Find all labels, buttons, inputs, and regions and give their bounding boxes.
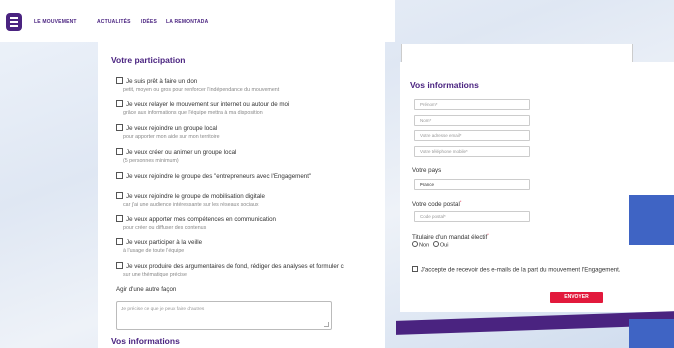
country-label: Votre pays — [412, 167, 442, 174]
nav-le-mouvement[interactable]: LE MOUVEMENT — [34, 19, 77, 25]
country-select[interactable]: France ⌄ — [414, 179, 530, 190]
option-argumentaires[interactable]: Je veux produire des argumentaires de fo… — [116, 262, 344, 270]
option-creer-groupe-hint: (5 personnes minimum) — [123, 158, 179, 164]
option-communication[interactable]: Je veux apporter mes compétences en comm… — [116, 215, 276, 223]
radio-non-label: Non — [419, 242, 430, 249]
brand-logo-icon[interactable] — [6, 13, 22, 31]
checkbox[interactable] — [116, 238, 123, 245]
postal-code-label: Votre code postal* — [412, 199, 462, 209]
chevron-down-icon: ⌄ — [420, 181, 425, 187]
resize-handle-icon[interactable] — [324, 322, 329, 327]
radio-oui[interactable] — [432, 241, 439, 247]
send-button[interactable]: ENVOYER — [550, 292, 603, 303]
option-don[interactable]: Je suis prêt à faire un don — [116, 77, 197, 85]
option-creer-groupe[interactable]: Je veux créer ou animer un groupe local — [116, 148, 236, 156]
email-field[interactable]: Votre adresse email* — [414, 130, 530, 141]
checkbox[interactable] — [116, 124, 123, 131]
option-mobilisation-digitale[interactable]: Je veux rejoindre le groupe de mobilisat… — [116, 192, 265, 200]
decorative-blue-box — [629, 195, 674, 245]
postal-code-field[interactable]: Code postal* — [414, 211, 530, 222]
option-don-hint: petit, moyen ou gros pour renforcer l'in… — [123, 87, 280, 93]
nav-la-remontada[interactable]: LA REMONTADA — [166, 19, 208, 25]
other-way-placeholder: Je précise ce que je peux faire d'autres — [121, 307, 205, 312]
mobile-field[interactable]: Votre téléphone mobile* — [414, 146, 530, 157]
checkbox[interactable] — [116, 262, 123, 269]
other-way-label: Agir d'une autre façon — [116, 286, 177, 293]
top-navigation-bar: LE MOUVEMENT ACTUALITÉS IDÉES LA REMONTA… — [0, 0, 395, 42]
mandate-options: Non Oui — [412, 241, 449, 249]
option-communication-hint: pour créer ou diffuser des contenus — [123, 225, 207, 231]
option-entrepreneurs[interactable]: Je veux rejoindre le groupe des "entrepr… — [116, 172, 311, 180]
consent-label: J'accepte de recevoir des e-mails de la … — [420, 266, 621, 274]
checkbox[interactable] — [116, 77, 123, 84]
decorative-blue-box-bottom — [629, 319, 674, 348]
checkbox[interactable] — [116, 192, 123, 199]
option-argumentaires-hint: sur une thématique précise — [123, 272, 187, 278]
nav-idees[interactable]: IDÉES — [141, 19, 157, 25]
radio-oui-label: Oui — [439, 242, 449, 249]
checkbox[interactable] — [116, 215, 123, 222]
option-groupe-local-hint: pour apporter mon aide sur mon territoir… — [123, 134, 220, 140]
firstname-field[interactable]: Prénom* — [414, 99, 530, 110]
radio-non[interactable] — [412, 241, 418, 247]
consent-checkbox-row[interactable]: J'accepte de recevoir des e-mails de la … — [412, 266, 621, 274]
option-veille[interactable]: Je veux participer à la veille — [116, 238, 202, 246]
option-groupe-local[interactable]: Je veux rejoindre un groupe local — [116, 124, 217, 132]
participation-title: Votre participation — [111, 55, 186, 65]
option-relayer[interactable]: Je veux relayer le mouvement sur interne… — [116, 100, 289, 108]
checkbox[interactable] — [116, 100, 123, 107]
option-relayer-hint: grâce aux informations que l'équipe mett… — [123, 110, 263, 116]
option-mobilisation-digitale-hint: car j'ai une audience intéressante sur l… — [123, 202, 259, 208]
checkbox[interactable] — [116, 172, 123, 179]
mandate-label: Titulaire d'un mandat électif* — [412, 232, 489, 242]
other-way-textarea[interactable]: Je précise ce que je peux faire d'autres — [116, 301, 332, 330]
option-veille-hint: à l'usage de toute l'équipe — [123, 248, 185, 254]
nav-actualites[interactable]: ACTUALITÉS — [97, 19, 131, 25]
bottom-info-title: Vos informations — [111, 336, 180, 346]
checkbox[interactable] — [116, 148, 123, 155]
lastname-field[interactable]: Nom* — [414, 115, 530, 126]
consent-checkbox[interactable] — [412, 266, 418, 272]
info-title: Vos informations — [410, 80, 479, 90]
